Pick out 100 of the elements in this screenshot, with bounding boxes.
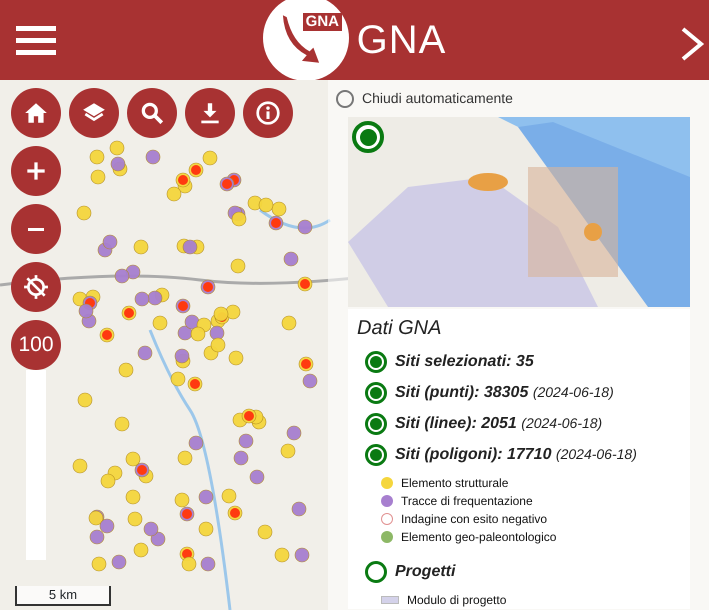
site-marker[interactable]	[198, 490, 214, 504]
site-marker[interactable]	[134, 542, 148, 558]
site-marker[interactable]	[286, 426, 302, 440]
site-marker[interactable]	[272, 202, 286, 216]
site-marker[interactable]	[176, 172, 190, 188]
symbol-label: Elemento geo-paleontologico	[401, 529, 556, 546]
site-marker[interactable]	[88, 510, 104, 526]
site-marker[interactable]	[280, 444, 296, 458]
site-marker[interactable]	[128, 512, 142, 526]
layer-toggle[interactable]	[365, 560, 387, 583]
site-marker[interactable]	[282, 316, 296, 330]
site-marker[interactable]	[138, 346, 152, 360]
site-marker[interactable]	[234, 450, 248, 466]
site-marker[interactable]	[274, 548, 290, 562]
site-marker[interactable]	[150, 532, 166, 546]
site-marker[interactable]	[126, 452, 140, 466]
site-marker[interactable]	[182, 240, 198, 254]
site-marker[interactable]	[268, 216, 284, 230]
site-marker[interactable]	[284, 252, 298, 266]
site-marker[interactable]	[220, 176, 234, 192]
site-marker[interactable]	[298, 356, 314, 372]
site-marker[interactable]	[166, 186, 182, 202]
site-marker[interactable]	[122, 306, 136, 320]
site-marker[interactable]	[100, 474, 116, 488]
site-marker[interactable]	[188, 436, 204, 450]
site-marker[interactable]	[110, 140, 124, 156]
site-marker[interactable]	[228, 350, 244, 366]
layer-label: Progetti	[395, 562, 456, 582]
site-marker[interactable]	[298, 276, 312, 292]
site-marker[interactable]	[100, 328, 114, 342]
site-marker[interactable]	[134, 292, 150, 306]
site-marker[interactable]	[178, 326, 192, 340]
site-marker[interactable]	[90, 530, 104, 544]
symbol-label: Elemento strutturale	[401, 475, 508, 492]
layer-toggle[interactable]	[365, 351, 387, 374]
site-marker[interactable]	[110, 156, 126, 172]
site-marker[interactable]	[72, 458, 88, 474]
site-marker[interactable]	[182, 556, 196, 572]
site-marker[interactable]	[258, 198, 274, 212]
site-marker[interactable]	[78, 304, 94, 318]
site-marker[interactable]	[76, 206, 92, 220]
site-marker[interactable]	[210, 326, 224, 340]
site-marker[interactable]	[200, 556, 216, 572]
symbol-label: Indagine con esito negativo	[401, 511, 548, 528]
site-marker[interactable]	[298, 220, 312, 234]
site-marker[interactable]	[90, 170, 106, 184]
site-marker[interactable]	[188, 376, 202, 392]
site-marker[interactable]	[174, 348, 190, 364]
site-marker[interactable]	[134, 240, 148, 254]
site-marker[interactable]	[200, 280, 216, 294]
site-marker[interactable]	[190, 326, 206, 342]
site-marker[interactable]	[100, 518, 114, 534]
site-marker[interactable]	[258, 524, 272, 540]
search-icon	[139, 100, 165, 126]
site-marker[interactable]	[230, 258, 246, 274]
site-marker[interactable]	[102, 234, 118, 250]
site-marker[interactable]	[126, 264, 140, 280]
site-marker[interactable]	[238, 434, 254, 448]
site-marker[interactable]	[228, 506, 242, 520]
site-marker[interactable]	[148, 290, 162, 306]
site-marker[interactable]	[250, 470, 264, 484]
site-marker[interactable]	[134, 462, 150, 478]
site-marker[interactable]	[222, 488, 236, 504]
site-marker[interactable]	[144, 522, 158, 536]
site-marker[interactable]	[126, 490, 140, 504]
site-marker[interactable]	[114, 416, 130, 432]
site-marker[interactable]	[184, 314, 200, 330]
site-marker[interactable]	[176, 298, 190, 314]
site-marker[interactable]	[302, 374, 318, 388]
layer-toggle[interactable]	[365, 412, 387, 435]
site-marker[interactable]	[178, 450, 192, 466]
site-marker[interactable]	[188, 162, 204, 178]
site-marker[interactable]	[242, 408, 256, 424]
site-marker[interactable]	[210, 338, 226, 352]
site-marker[interactable]	[180, 506, 194, 522]
site-marker[interactable]	[226, 304, 240, 320]
site-marker[interactable]	[198, 522, 214, 536]
site-marker[interactable]	[90, 150, 104, 164]
site-marker[interactable]	[292, 502, 306, 516]
chevron-right-icon[interactable]	[679, 26, 705, 62]
auto-close-radio[interactable]	[336, 90, 354, 108]
menu-icon[interactable]	[16, 24, 56, 56]
site-marker[interactable]	[114, 268, 130, 284]
site-marker[interactable]	[92, 556, 106, 572]
site-marker[interactable]	[112, 554, 126, 570]
site-marker[interactable]	[294, 548, 310, 562]
site-marker[interactable]	[232, 212, 246, 226]
site-marker[interactable]	[118, 362, 134, 378]
site-marker[interactable]	[174, 492, 190, 508]
layer-toggle[interactable]	[365, 444, 387, 466]
site-marker[interactable]	[78, 392, 92, 408]
layer-label: Siti (punti): 38305 (2024-06-18)	[395, 383, 614, 404]
site-marker[interactable]	[202, 150, 218, 166]
auto-close-label: Chiudi automaticamente	[362, 89, 513, 108]
site-marker[interactable]	[152, 316, 168, 330]
layer-toggle[interactable]	[365, 382, 387, 404]
site-marker[interactable]	[170, 372, 186, 386]
site-marker[interactable]	[146, 150, 160, 164]
zoom-slider-track[interactable]	[26, 370, 46, 560]
site-marker[interactable]	[214, 306, 228, 322]
